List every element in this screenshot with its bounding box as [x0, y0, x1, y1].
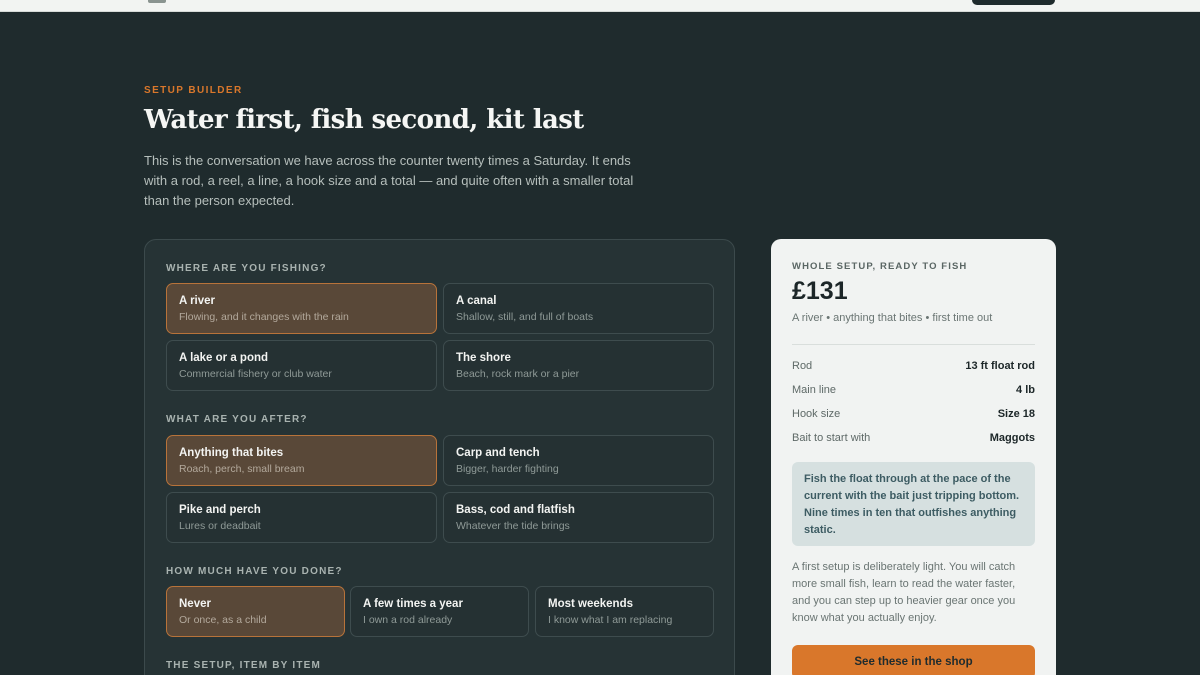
option-title: Carp and tench — [456, 447, 540, 459]
summary-row-bait: Bait to start with Maggots — [792, 432, 1035, 448]
top-nav-bar — [0, 0, 1200, 12]
option-subtitle: Commercial fishery or club water — [179, 368, 332, 380]
section-label-setup: THE SETUP, ITEM BY ITEM — [166, 660, 322, 671]
nav-action-button[interactable] — [972, 0, 1055, 5]
row-label: Hook size — [792, 408, 841, 420]
option-title: A few times a year — [363, 598, 463, 610]
summary-context: A river • anything that bites • first ti… — [792, 312, 993, 324]
option-subtitle: Beach, rock mark or a pier — [456, 368, 580, 380]
option-subtitle: Bigger, harder fighting — [456, 463, 559, 475]
row-label: Rod — [792, 360, 813, 372]
option-title: A canal — [456, 295, 497, 307]
page-eyebrow: SETUP BUILDER — [144, 85, 243, 96]
section-label-where: WHERE ARE YOU FISHING? — [166, 263, 327, 274]
section-label-experience: HOW MUCH HAVE YOU DONE? — [166, 566, 343, 577]
section-label-target: WHAT ARE YOU AFTER? — [166, 414, 308, 425]
summary-note: A first setup is deliberately light. You… — [792, 561, 1016, 624]
option-title: The shore — [456, 352, 511, 364]
option-title: A lake or a pond — [179, 352, 269, 364]
summary-total-price: £131 — [792, 277, 848, 305]
option-most-weekends[interactable]: Most weekends I know what I am replacing — [535, 586, 714, 637]
option-subtitle: Roach, perch, small bream — [179, 463, 305, 475]
row-value: 13 ft float rod — [965, 360, 1035, 372]
summary-row-line: Main line 4 lb — [792, 384, 1035, 400]
row-label: Main line — [792, 384, 837, 396]
summary-divider — [792, 344, 1035, 345]
option-title: Most weekends — [548, 598, 633, 610]
option-shore[interactable]: The shore Beach, rock mark or a pier — [443, 340, 714, 391]
summary-eyebrow: WHOLE SETUP, READY TO FISH — [792, 261, 968, 272]
logo-icon[interactable] — [148, 0, 166, 3]
option-subtitle: Whatever the tide brings — [456, 520, 570, 532]
option-title: Pike and perch — [179, 504, 261, 516]
option-subtitle: I own a rod already — [363, 614, 453, 626]
page-intro: This is the conversation we have across … — [144, 153, 634, 208]
option-canal[interactable]: A canal Shallow, still, and full of boat… — [443, 283, 714, 334]
option-subtitle: Flowing, and it changes with the rain — [179, 311, 349, 323]
option-title: A river — [179, 295, 216, 307]
row-value: 4 lb — [1016, 384, 1035, 396]
option-river[interactable]: A river Flowing, and it changes with the… — [166, 283, 437, 334]
option-title: Bass, cod and flatfish — [456, 504, 575, 516]
row-label: Bait to start with — [792, 432, 871, 444]
option-anything[interactable]: Anything that bites Roach, perch, small … — [166, 435, 437, 486]
option-few-times[interactable]: A few times a year I own a rod already — [350, 586, 529, 637]
option-carp-tench[interactable]: Carp and tench Bigger, harder fighting — [443, 435, 714, 486]
setup-summary-card: WHOLE SETUP, READY TO FISH £131 A river … — [771, 239, 1056, 675]
setup-builder-panel: WHERE ARE YOU FISHING? A river Flowing, … — [144, 239, 735, 675]
option-subtitle: Shallow, still, and full of boats — [456, 311, 594, 323]
option-bass-cod[interactable]: Bass, cod and flatfish Whatever the tide… — [443, 492, 714, 543]
page-title: Water first, fish second, kit last — [144, 105, 584, 135]
option-lake-pond[interactable]: A lake or a pond Commercial fishery or c… — [166, 340, 437, 391]
row-value: Size 18 — [997, 408, 1035, 420]
option-subtitle: I know what I am replacing — [548, 614, 673, 626]
option-pike-perch[interactable]: Pike and perch Lures or deadbait — [166, 492, 437, 543]
row-value: Maggots — [989, 432, 1035, 444]
fishing-tip: Fish the float through at the pace of th… — [792, 462, 1035, 546]
summary-row-rod: Rod 13 ft float rod — [792, 360, 1035, 376]
option-subtitle: Or once, as a child — [179, 614, 267, 626]
summary-row-hook: Hook size Size 18 — [792, 408, 1035, 424]
option-subtitle: Lures or deadbait — [179, 520, 261, 532]
see-in-shop-button[interactable]: See these in the shop — [792, 645, 1035, 675]
option-never[interactable]: Never Or once, as a child — [166, 586, 345, 637]
option-title: Anything that bites — [179, 447, 284, 459]
option-title: Never — [179, 598, 211, 610]
